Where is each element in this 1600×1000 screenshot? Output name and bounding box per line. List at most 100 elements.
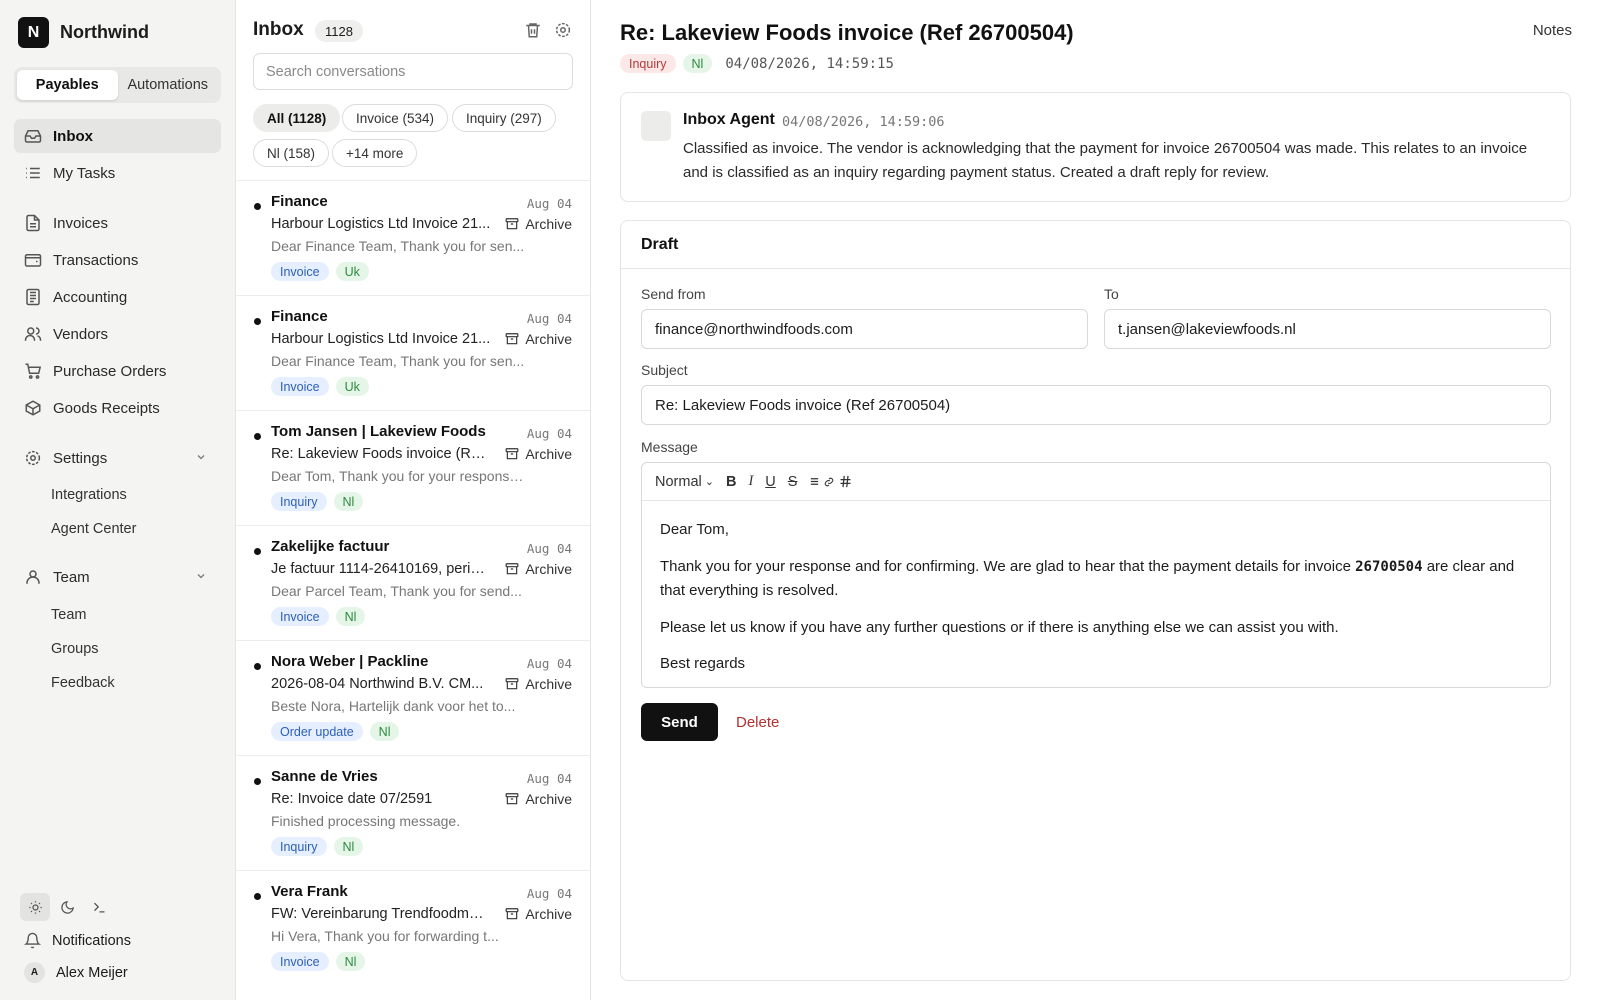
- message-preview: Dear Finance Team, Thank you for sen...: [271, 353, 525, 369]
- bold-button[interactable]: B: [726, 474, 736, 490]
- agent-note-card: Inbox Agent 04/08/2026, 14:59:06 Classif…: [620, 92, 1571, 202]
- text-style-value: Normal: [655, 473, 702, 490]
- tag-badge: Inquiry: [271, 837, 327, 856]
- archive-icon: [505, 793, 519, 805]
- delete-button[interactable]: Delete: [736, 703, 779, 741]
- status-badge: Inquiry: [620, 54, 676, 73]
- send-from-field[interactable]: [641, 309, 1088, 349]
- send-button[interactable]: Send: [641, 703, 718, 741]
- list-item[interactable]: Sanne de Vries Aug 04 Re: Invoice date 07/…: [236, 755, 590, 870]
- system-theme-button[interactable]: [84, 893, 114, 921]
- users-icon: [24, 327, 42, 341]
- filter-all[interactable]: All (1128): [253, 104, 341, 132]
- message-subject: Re: Invoice date 07/2591: [271, 791, 433, 807]
- list-item[interactable]: Finance Aug 04 Harbour Logistics Ltd Invoi…: [236, 180, 590, 295]
- brand[interactable]: N Northwind: [18, 17, 149, 48]
- notes-button[interactable]: Notes: [1533, 22, 1572, 39]
- text-style-select[interactable]: Normal ⌄: [655, 474, 714, 490]
- sidebar-item-accounting[interactable]: Accounting: [14, 280, 221, 314]
- message-body[interactable]: Dear Tom, Thank you for your response an…: [660, 518, 1530, 689]
- tab-payables[interactable]: Payables: [17, 70, 118, 100]
- archive-button[interactable]: Archive: [505, 216, 572, 232]
- list-item[interactable]: Zakelijke factuur Aug 04 Je factuur 1114-2…: [236, 525, 590, 640]
- conversation-detail: Re: Lakeview Foods invoice (Ref 26700504…: [591, 0, 1600, 1000]
- tag-badge: Nl: [369, 722, 400, 741]
- message-paragraph: Please let us know if you have any furth…: [660, 618, 1339, 636]
- chevron-down-icon: ⌄: [704, 476, 714, 488]
- subject-field[interactable]: [641, 385, 1551, 425]
- archive-button[interactable]: Archive: [505, 906, 572, 922]
- message-tags: Inquiry Nl: [271, 837, 370, 856]
- archive-button[interactable]: Archive: [505, 446, 572, 462]
- underline-button[interactable]: U: [765, 474, 775, 490]
- message-preview: Dear Parcel Team, Thank you for send...: [271, 583, 522, 599]
- filter-invoice[interactable]: Invoice (534): [342, 104, 449, 132]
- list-item[interactable]: Nora Weber | Packline Aug 04 2026-08-04 No…: [236, 640, 590, 755]
- message-paragraph: Thank you for your response and for conf…: [660, 555, 1530, 603]
- tag-badge: Nl: [333, 492, 364, 511]
- archive-button[interactable]: Archive: [505, 676, 572, 692]
- settings-icon[interactable]: [554, 21, 572, 39]
- tag-badge: Inquiry: [271, 492, 327, 511]
- archive-button[interactable]: Archive: [505, 791, 572, 807]
- sidebar-item-settings[interactable]: Settings: [14, 441, 221, 475]
- sidebar-item-transactions[interactable]: Transactions: [14, 243, 221, 277]
- filter-nl[interactable]: Nl (158): [253, 139, 330, 167]
- sidebar-item-agent-center[interactable]: Agent Center: [51, 521, 136, 537]
- filter-more[interactable]: +14 more: [332, 139, 418, 167]
- tab-automations[interactable]: Automations: [118, 70, 219, 100]
- message-preview: Finished processing message.: [271, 813, 461, 829]
- archive-label: Archive: [525, 791, 572, 807]
- cart-icon: [25, 363, 42, 379]
- sidebar-item-purchase-orders[interactable]: Purchase Orders: [14, 354, 221, 388]
- sidebar-item-vendors[interactable]: Vendors: [14, 317, 221, 351]
- archive-label: Archive: [525, 446, 572, 462]
- message-tags: Invoice Nl: [271, 607, 372, 626]
- unread-dot: [254, 663, 261, 670]
- sidebar-item-label: Goods Receipts: [53, 399, 160, 417]
- sidebar-item-invoices[interactable]: Invoices: [14, 206, 221, 240]
- to-field[interactable]: [1104, 309, 1551, 349]
- filter-inquiry[interactable]: Inquiry (297): [452, 104, 556, 132]
- sidebar-item-integrations[interactable]: Integrations: [51, 487, 127, 503]
- editor-toolbar: Normal ⌄ B I U S: [642, 463, 1550, 501]
- archive-button[interactable]: Archive: [505, 331, 572, 347]
- tag-badge: Nl: [333, 837, 364, 856]
- trash-icon[interactable]: [524, 21, 542, 39]
- archive-icon: [505, 448, 519, 460]
- link-icon[interactable]: [824, 477, 834, 487]
- sidebar-item-feedback[interactable]: Feedback: [51, 675, 115, 691]
- sidebar-item-inbox[interactable]: Inbox: [14, 119, 221, 153]
- notifications-link[interactable]: Notifications: [24, 932, 131, 949]
- sidebar-item-team-sub[interactable]: Team: [51, 607, 86, 623]
- message-subject: Harbour Logistics Ltd Invoice 21...: [271, 216, 491, 232]
- list-icon[interactable]: [809, 476, 820, 487]
- message-tags: Invoice Uk: [271, 377, 376, 396]
- dark-theme-button[interactable]: [52, 893, 82, 921]
- message-preview: Dear Tom, Thank you for your response...: [271, 468, 526, 484]
- strikethrough-button[interactable]: S: [788, 474, 798, 490]
- archive-label: Archive: [525, 561, 572, 577]
- list-item[interactable]: Vera Frank Aug 04 FW: Vereinbarung Trendfo…: [236, 870, 590, 985]
- search-input[interactable]: [253, 53, 573, 90]
- user-menu[interactable]: A Alex Meijer: [24, 962, 128, 983]
- draft-card: Draft Send from To Subject Message Norma…: [620, 220, 1571, 981]
- message-date: Aug 04: [526, 196, 572, 211]
- sidebar: N Northwind Payables Automations Inbox M…: [0, 0, 236, 1000]
- italic-button[interactable]: I: [748, 473, 753, 490]
- message-closing: Best regards: [660, 655, 746, 672]
- sidebar-item-groups[interactable]: Groups: [51, 641, 99, 657]
- avatar: A: [24, 962, 45, 983]
- list-item[interactable]: Tom Jansen | Lakeview Foods Aug 04 Re: Lak…: [236, 410, 590, 525]
- language-badge: Nl: [682, 54, 713, 73]
- hash-icon[interactable]: [838, 474, 853, 489]
- message-editor[interactable]: Normal ⌄ B I U S Dear Tom, Thank you for …: [641, 462, 1551, 688]
- list-item[interactable]: Finance Aug 04 Harbour Logistics Ltd Invoi…: [236, 295, 590, 410]
- sidebar-item-team[interactable]: Team: [14, 560, 221, 594]
- archive-button[interactable]: Archive: [505, 561, 572, 577]
- tag-badge: Uk: [335, 262, 369, 281]
- sidebar-item-my-tasks[interactable]: My Tasks: [14, 156, 221, 190]
- sidebar-item-goods-receipts[interactable]: Goods Receipts: [14, 391, 221, 425]
- tag-badge: Invoice: [271, 377, 329, 396]
- light-theme-button[interactable]: [20, 893, 50, 921]
